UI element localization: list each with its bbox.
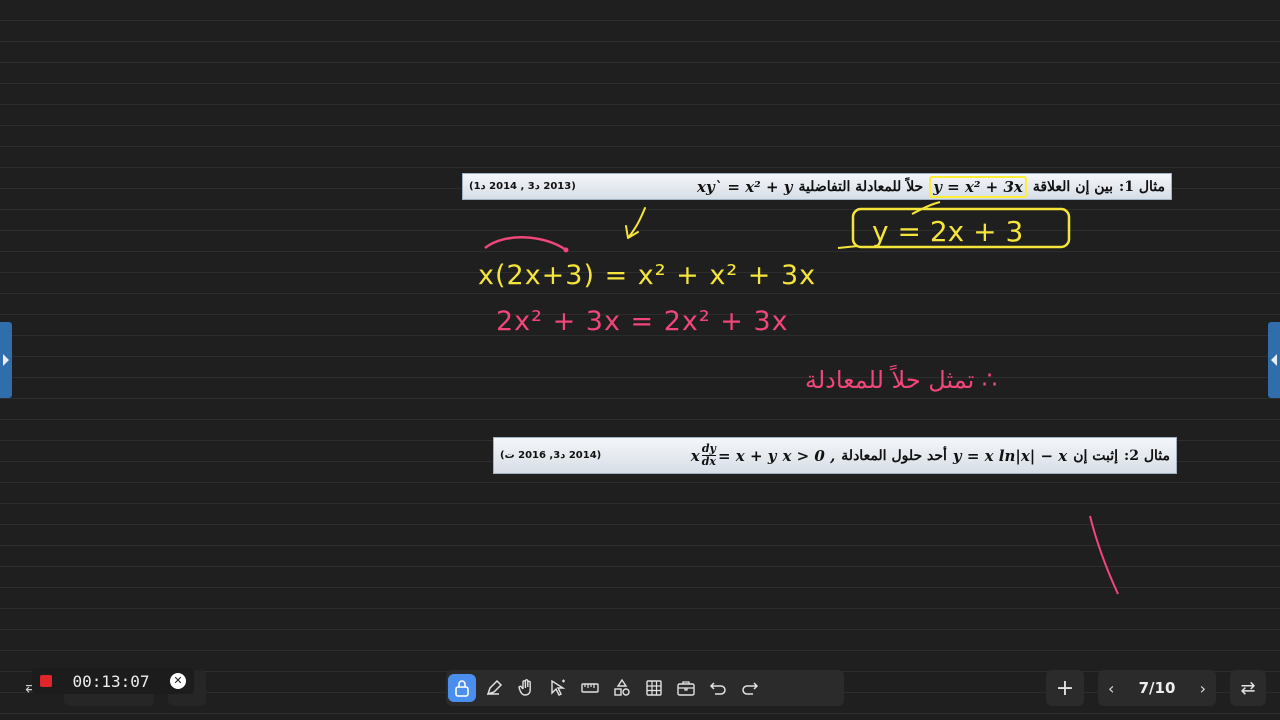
example-2-equation: x dy dx = x + y [691, 443, 777, 468]
redo-icon [742, 682, 759, 695]
hand-tool-button[interactable] [512, 674, 540, 702]
yellow-connector [911, 201, 941, 215]
example-1-text-a: بين إن العلاقة [1032, 178, 1114, 195]
plus-icon: + [1055, 675, 1075, 701]
ruler-tool-button[interactable] [576, 674, 604, 702]
lock-icon [455, 680, 469, 697]
table-icon [646, 680, 662, 696]
example-2-text-a: إثبت إن [1073, 447, 1119, 464]
screen-recorder: 00:13:07 ✕ [32, 668, 194, 694]
swap-icon: ⇄ [1240, 677, 1256, 699]
toolbar-swap-button[interactable]: ⇄ [1230, 670, 1266, 706]
record-indicator-icon [40, 675, 52, 687]
toolbox-button[interactable] [672, 674, 700, 702]
ink-line-2: 2x² + 3x = 2x² + 3x [496, 306, 789, 337]
pink-stroke [1089, 515, 1119, 595]
right-panel-toggle[interactable] [1268, 322, 1280, 398]
ruler-icon [581, 683, 599, 693]
example-2-eq-lhs: x [690, 446, 700, 465]
page-navigator: ‹ 7/10 › [1098, 670, 1216, 706]
example-2-reference: (2014 د3, 2016 ت) [500, 450, 602, 461]
undo-icon [709, 682, 726, 695]
example-1-reference: (2013 د3 , 2014 د1) [469, 181, 576, 192]
pink-arc-dot [563, 247, 569, 253]
example-2-banner: مثال 2: إثبت إن y = x ln|x| − x أحد حلول… [493, 437, 1177, 474]
lock-tool-button[interactable] [448, 674, 476, 702]
example-2-eq-rhs: = x + y [717, 446, 777, 465]
example-1-equation: xy` = x² + y [697, 177, 793, 196]
pink-arc [484, 236, 567, 252]
example-2-fraction: dy dx [702, 443, 716, 468]
example-2-condition: x > 0 , [782, 446, 836, 465]
ink-layer: y = 2x + 3 x(2x+3) = x² + x² + 3x 2x² + … [478, 201, 1119, 595]
ink-conclusion: ∴ تمثل حلاً للمعادلة [805, 364, 997, 394]
example-1-banner: مثال 1: بين إن العلاقة y = x² + 3x حلاً … [462, 173, 1172, 200]
redo-button[interactable] [736, 674, 764, 702]
example-1-relation: y = x² + 3x [929, 175, 1027, 198]
example-2-text-b: أحد حلول المعادلة [841, 447, 947, 464]
yellow-arrow [625, 207, 646, 239]
left-panel-toggle[interactable] [0, 322, 12, 398]
derivative-box [851, 207, 1071, 249]
derivative-ink: y = 2x + 3 [872, 215, 1023, 248]
pen-tool-button[interactable] [480, 674, 508, 702]
select-icon [551, 679, 566, 696]
stop-recording-button[interactable]: ✕ [170, 673, 186, 689]
example-2-label: مثال 2: [1124, 447, 1170, 464]
example-1-label: مثال 1: [1119, 178, 1165, 195]
derivative-tail [837, 245, 859, 249]
shapes-icon [614, 678, 630, 696]
page-indicator[interactable]: 7/10 [1139, 679, 1176, 697]
fraction-denominator: dx [701, 455, 716, 468]
toolbox-icon [677, 681, 695, 696]
select-tool-button[interactable] [544, 674, 572, 702]
ink-line-1: x(2x+3) = x² + x² + 3x [478, 260, 816, 291]
shapes-tool-button[interactable] [608, 674, 636, 702]
next-page-button[interactable]: › [1200, 679, 1206, 698]
recording-timer: 00:13:07 [72, 671, 150, 691]
undo-button[interactable] [704, 674, 732, 702]
drawing-toolbar [446, 670, 844, 706]
table-tool-button[interactable] [640, 674, 668, 702]
example-2-relation: y = x ln|x| − x [952, 446, 1068, 465]
hand-icon [518, 679, 531, 696]
example-1-text-b: حلاً للمعادلة التفاضلية [798, 178, 924, 195]
pen-icon [486, 679, 503, 696]
prev-page-button[interactable]: ‹ [1108, 679, 1114, 698]
add-page-button[interactable]: + [1046, 670, 1084, 706]
